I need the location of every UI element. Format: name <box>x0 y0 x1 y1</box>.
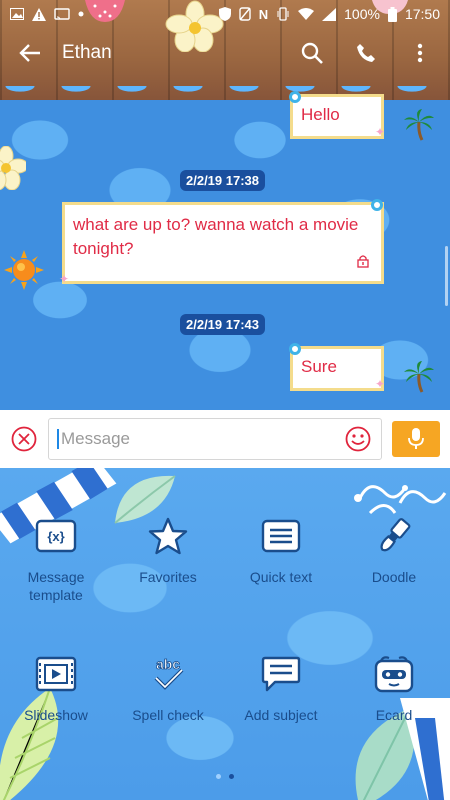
option-label: Spell check <box>132 707 204 723</box>
signal-icon <box>322 7 337 21</box>
octopus-decoration <box>354 485 447 515</box>
option-label: Doodle <box>371 569 417 585</box>
back-arrow-icon <box>19 44 40 62</box>
status-time: 17:50 <box>404 6 440 22</box>
option-label: Slideshow <box>24 707 88 723</box>
contact-name[interactable]: Ethan <box>62 42 276 64</box>
message-composer <box>0 410 450 468</box>
option-label: Ecard <box>375 707 413 723</box>
scroll-indicator[interactable] <box>445 246 448 306</box>
phone-icon <box>357 44 375 62</box>
conversation-header: Ethan <box>0 28 450 78</box>
call-button[interactable] <box>348 35 384 71</box>
spell-check-icon: abc <box>154 656 184 690</box>
security-icon <box>218 7 231 21</box>
option-add-subject[interactable]: Add subject <box>225 650 337 724</box>
back-button[interactable] <box>12 35 48 71</box>
warning-icon <box>32 7 46 21</box>
option-favorites[interactable]: Favorites <box>112 512 224 586</box>
notification-dot-icon <box>78 11 84 17</box>
star-decoration: ✦ <box>374 125 385 139</box>
attachment-options-panel: {x} Message template Favorites Quick tex… <box>0 468 450 800</box>
bubble-ring-decoration <box>289 91 301 103</box>
smiley-icon <box>345 426 371 452</box>
battery-icon <box>387 6 397 22</box>
option-spell-check[interactable]: abc Spell check <box>112 650 224 724</box>
sent-message-bubble[interactable]: Sure ✦ <box>289 343 385 391</box>
option-label: Add subject <box>244 707 318 723</box>
cancel-button[interactable] <box>8 423 40 455</box>
received-message-bubble[interactable]: what are up to? wanna watch a movie toni… <box>59 199 384 286</box>
emoji-button[interactable] <box>343 424 373 454</box>
nfc-icon: N <box>258 6 269 22</box>
svg-text:abc: abc <box>156 656 180 672</box>
conversation-area[interactable]: Hello ✦ 2/2/19 17:38 what are up to? wan… <box>0 91 450 410</box>
palm-tree-avatar-icon[interactable] <box>402 108 436 142</box>
message-template-icon: {x} <box>35 519 77 553</box>
message-input[interactable] <box>61 429 343 449</box>
option-label: Quick text <box>249 569 313 585</box>
option-slideshow[interactable]: Slideshow <box>0 650 112 724</box>
more-vertical-icon <box>417 43 423 63</box>
close-circle-icon <box>11 426 37 452</box>
svg-text:{x}: {x} <box>47 529 64 544</box>
page-indicator <box>0 774 450 779</box>
option-doodle[interactable]: Doodle <box>338 512 450 586</box>
quick-text-icon <box>261 519 301 553</box>
gallery-icon <box>10 8 24 20</box>
option-quick-text[interactable]: Quick text <box>225 512 337 586</box>
slideshow-icon <box>35 656 77 692</box>
sent-message-bubble[interactable]: Hello ✦ <box>289 91 385 139</box>
message-text: Sure <box>301 357 337 376</box>
date-divider: 2/2/19 17:43 <box>180 314 266 335</box>
vibrate-icon <box>276 7 290 21</box>
page-dot-active[interactable] <box>229 774 234 779</box>
status-bar: N 100% 17:50 <box>0 0 450 28</box>
bubble-ring-decoration <box>289 343 301 355</box>
star-decoration: ✦ <box>374 377 385 391</box>
mute-icon <box>239 7 251 21</box>
star-icon <box>148 517 188 555</box>
cast-icon <box>54 7 70 21</box>
search-icon <box>301 42 323 64</box>
palm-tree-avatar-icon[interactable] <box>402 360 436 394</box>
message-input-container[interactable] <box>48 418 382 460</box>
option-label: Favorites <box>139 569 197 585</box>
battery-level: 100% <box>344 6 380 22</box>
star-decoration: ✦ <box>59 272 70 286</box>
bubble-ring-decoration <box>371 199 383 211</box>
flower-decoration <box>0 146 26 190</box>
search-button[interactable] <box>294 35 330 71</box>
ecard-icon <box>374 656 414 693</box>
date-divider: 2/2/19 17:38 <box>180 170 266 191</box>
page-dot[interactable] <box>216 774 221 779</box>
message-text: what are up to? wanna watch a movie toni… <box>73 215 359 258</box>
wood-deck-background: N 100% 17:50 Ethan <box>0 0 450 100</box>
add-subject-icon <box>261 656 301 692</box>
more-options-button[interactable] <box>402 35 438 71</box>
doodle-brush-icon <box>380 518 411 552</box>
option-ecard[interactable]: Ecard <box>338 650 450 724</box>
option-label: Message template <box>27 569 85 603</box>
lock-icon <box>357 251 369 275</box>
message-text: Hello <box>301 105 340 124</box>
voice-input-button[interactable] <box>392 421 440 457</box>
microphone-icon <box>408 428 424 449</box>
sun-avatar-icon[interactable] <box>4 250 44 290</box>
wifi-icon <box>298 7 315 21</box>
option-message-template[interactable]: {x} Message template <box>0 512 112 604</box>
text-cursor <box>57 429 59 449</box>
